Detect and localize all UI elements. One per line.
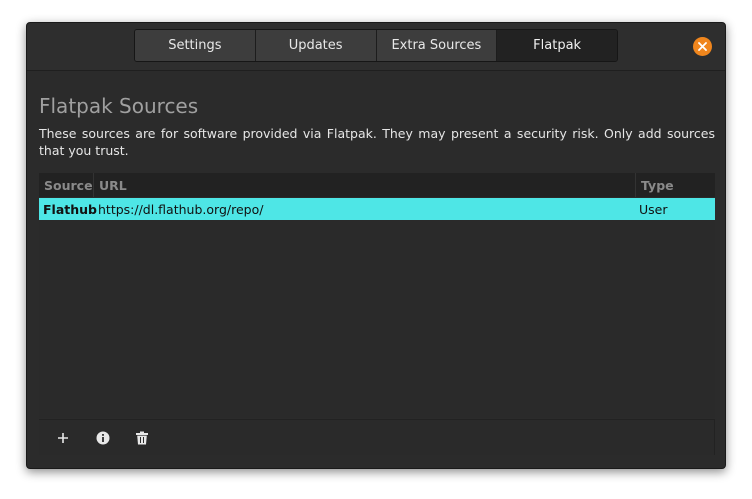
remove-source-button[interactable]: [133, 429, 151, 447]
column-header-url[interactable]: URL: [94, 173, 636, 197]
tab-flatpak[interactable]: Flatpak: [497, 30, 617, 61]
cell-url: https://dl.flathub.org/repo/: [98, 201, 264, 217]
info-icon: [96, 431, 110, 445]
table-header: Source URL Type: [39, 173, 715, 197]
close-icon: [698, 42, 707, 51]
cell-type: User: [639, 201, 668, 217]
tab-extra-sources[interactable]: Extra Sources: [376, 30, 498, 61]
page-title: Flatpak Sources: [39, 94, 199, 118]
column-header-type[interactable]: Type: [636, 173, 715, 197]
source-info-button[interactable]: [94, 429, 112, 447]
add-icon: [58, 433, 68, 443]
table-row[interactable]: Flathub https://dl.flathub.org/repo/ Use…: [39, 198, 715, 220]
table-toolbar: [39, 419, 715, 455]
tab-bar: Settings Updates Extra Sources Flatpak: [134, 29, 618, 62]
tab-settings[interactable]: Settings: [135, 30, 256, 61]
close-button[interactable]: [693, 37, 712, 56]
add-source-button[interactable]: [54, 429, 72, 447]
sources-table: Source URL Type Flathub https://dl.flath…: [39, 173, 715, 418]
column-header-source[interactable]: Source: [39, 173, 94, 197]
tab-updates[interactable]: Updates: [255, 30, 377, 61]
cell-source: Flathub: [43, 201, 97, 217]
window-header: Settings Updates Extra Sources Flatpak: [27, 23, 725, 71]
trash-icon: [136, 431, 148, 445]
page-description: These sources are for software provided …: [39, 126, 715, 158]
settings-window: Settings Updates Extra Sources Flatpak F…: [26, 22, 726, 469]
